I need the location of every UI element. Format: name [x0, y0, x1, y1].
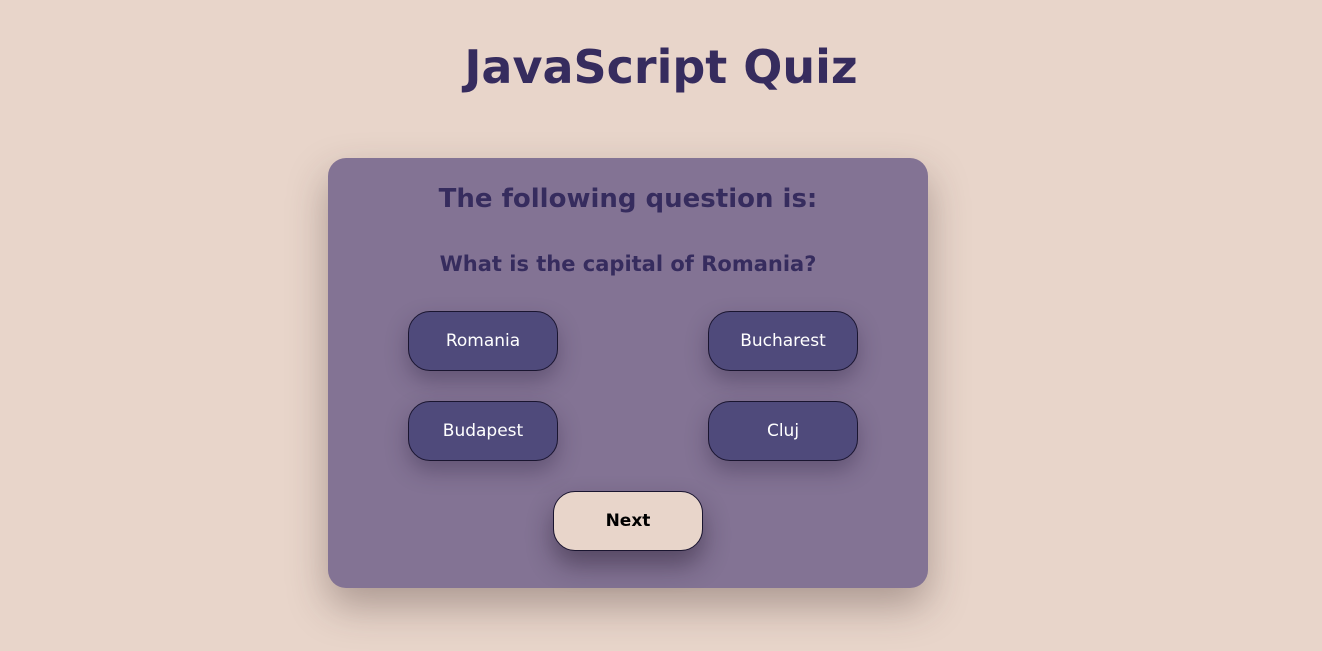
answer-button-bucharest[interactable]: Bucharest: [708, 311, 858, 371]
page-title: JavaScript Quiz: [464, 40, 858, 94]
question-heading: The following question is:: [438, 184, 818, 214]
answer-button-cluj[interactable]: Cluj: [708, 401, 858, 461]
answer-button-romania[interactable]: Romania: [408, 311, 558, 371]
next-button[interactable]: Next: [553, 491, 703, 551]
question-text: What is the capital of Romania?: [439, 252, 817, 276]
answer-button-budapest[interactable]: Budapest: [408, 401, 558, 461]
quiz-card: The following question is: What is the c…: [328, 158, 928, 588]
